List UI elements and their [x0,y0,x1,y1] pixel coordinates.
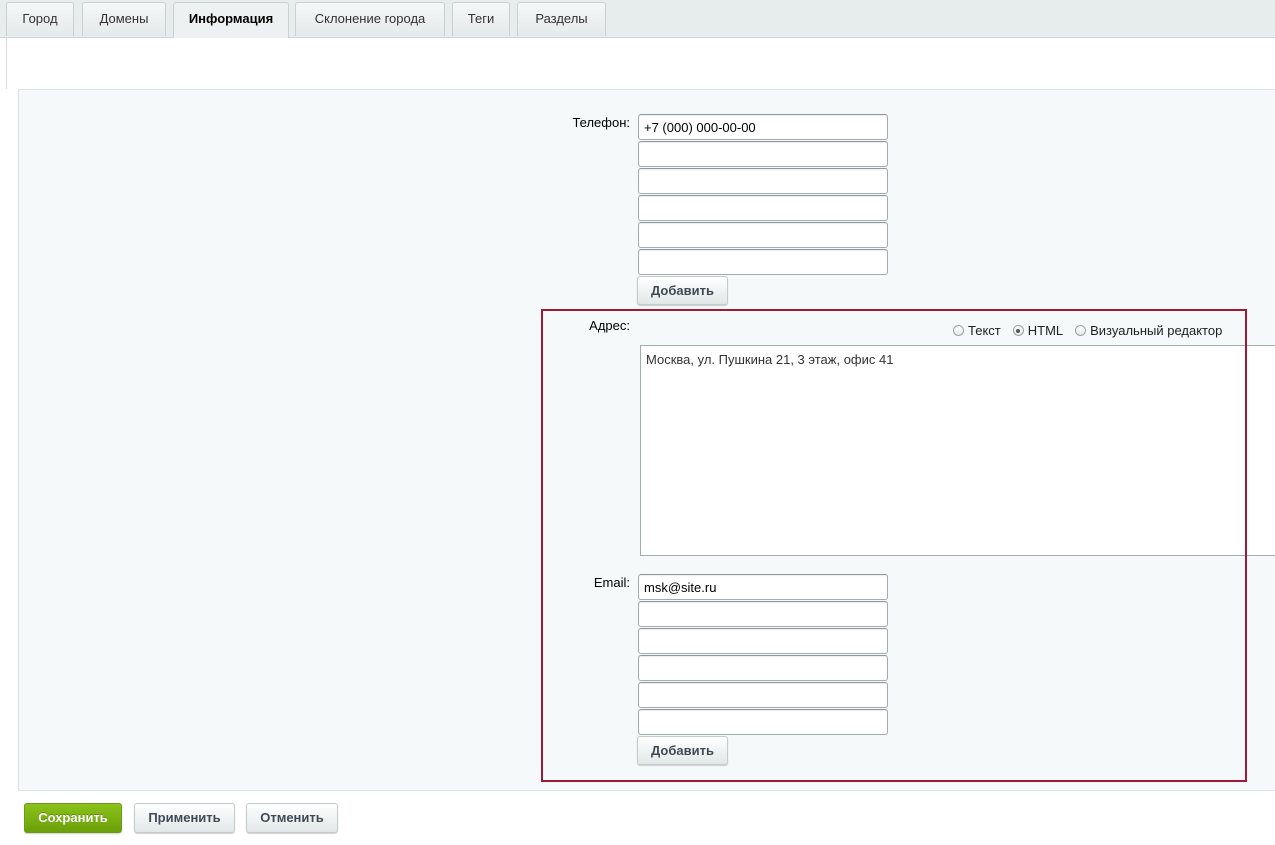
email-label: Email: [593,575,630,590]
email-field-6[interactable] [638,709,888,735]
email-add-button[interactable]: Добавить [637,736,728,765]
tab-city-declension[interactable]: Склонение города [295,2,445,36]
radio-visual-editor[interactable]: Визуальный редактор [1075,323,1222,338]
radio-html-label: HTML [1027,323,1064,338]
phone-label: Телефон: [572,115,630,130]
email-field-4[interactable] [638,655,888,681]
phone-field-6[interactable] [638,249,888,275]
cancel-button[interactable]: Отменить [246,803,338,833]
editor-mode-switch: Текст HTML Визуальный редактор [953,323,1234,341]
email-field-2[interactable] [638,601,888,627]
phone-field-2[interactable] [638,141,888,167]
tab-content-top [6,38,1275,89]
save-button[interactable]: Сохранить [24,803,122,833]
phone-add-button[interactable]: Добавить [637,276,728,305]
tab-sections[interactable]: Разделы [517,2,606,36]
tab-bar: Город Домены Информация Склонение города… [0,0,1275,38]
email-field-1[interactable] [638,574,888,600]
tab-domains[interactable]: Домены [82,2,166,36]
phone-field-4[interactable] [638,195,888,221]
address-label: Адрес: [589,318,630,333]
radio-icon [953,325,964,336]
tab-city[interactable]: Город [6,2,74,36]
email-field-5[interactable] [638,682,888,708]
radio-icon [1075,325,1087,336]
email-field-3[interactable] [638,628,888,654]
tab-information[interactable]: Информация [173,2,289,38]
apply-button[interactable]: Применить [134,803,235,833]
radio-text-label: Текст [968,323,1001,338]
radio-html[interactable]: HTML [1012,323,1064,338]
tab-tags[interactable]: Теги [452,2,510,36]
address-textarea[interactable]: Москва, ул. Пушкина 21, 3 этаж, офис 41 [640,345,1275,556]
phone-field-1[interactable] [638,114,888,140]
phone-field-5[interactable] [638,222,888,248]
radio-icon [1012,325,1024,336]
radio-visual-editor-label: Визуальный редактор [1090,323,1223,338]
radio-text[interactable]: Текст [953,323,1001,338]
phone-field-3[interactable] [638,168,888,194]
